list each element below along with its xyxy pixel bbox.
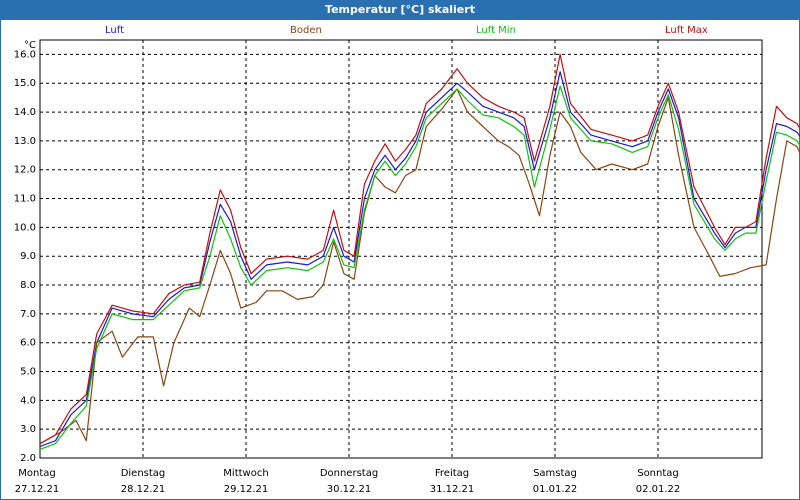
y-tick-label: 6.0 xyxy=(20,338,36,349)
y-axis-unit: °C xyxy=(24,40,36,51)
series-line-luft-max xyxy=(39,53,800,445)
temperature-chart: 2.0 3.0 4.0 5.0 6.0 7.0 8.0 9.0 10.0 11.0 12.0 13.0… xyxy=(14,39,800,495)
x-day-label: Freitag xyxy=(435,468,469,479)
x-day-label: Sonntag xyxy=(637,468,679,479)
x-day-label: Montag xyxy=(18,468,55,479)
series-line-luft xyxy=(39,71,800,448)
x-date-label: 30.12.21 xyxy=(327,484,372,495)
plot-area xyxy=(39,39,763,459)
y-tick-label: 4.0 xyxy=(20,395,36,406)
y-tick-label: 8.0 xyxy=(20,280,36,291)
y-tick-label: 7.0 xyxy=(20,309,36,320)
y-tick-label: 5.0 xyxy=(20,367,36,378)
x-day-label: Mittwoch xyxy=(223,468,268,479)
x-day-label: Dienstag xyxy=(121,468,166,479)
x-date-label: 02.01.22 xyxy=(636,484,681,495)
y-tick-label: 13.0 xyxy=(14,136,36,147)
series-line-boden xyxy=(39,88,800,445)
y-tick-label: 9.0 xyxy=(20,251,36,262)
x-day-label: Donnerstag xyxy=(320,468,378,479)
y-tick-label: 15.0 xyxy=(14,78,36,89)
y-tick-label: 10.0 xyxy=(14,222,36,233)
x-date-label: 01.01.22 xyxy=(533,484,578,495)
x-day-label: Samstag xyxy=(533,468,577,479)
y-tick-label: 11.0 xyxy=(14,194,36,205)
y-tick-label: 3.0 xyxy=(20,424,36,435)
x-date-label: 29.12.21 xyxy=(224,484,269,495)
x-date-label: 28.12.21 xyxy=(121,484,166,495)
y-tick-label: 2.0 xyxy=(20,453,36,464)
x-date-label: 27.12.21 xyxy=(15,484,60,495)
y-tick-label: 14.0 xyxy=(14,107,36,118)
y-tick-label: 16.0 xyxy=(14,49,36,60)
x-date-label: 31.12.21 xyxy=(430,484,475,495)
y-tick-label: 12.0 xyxy=(14,165,36,176)
